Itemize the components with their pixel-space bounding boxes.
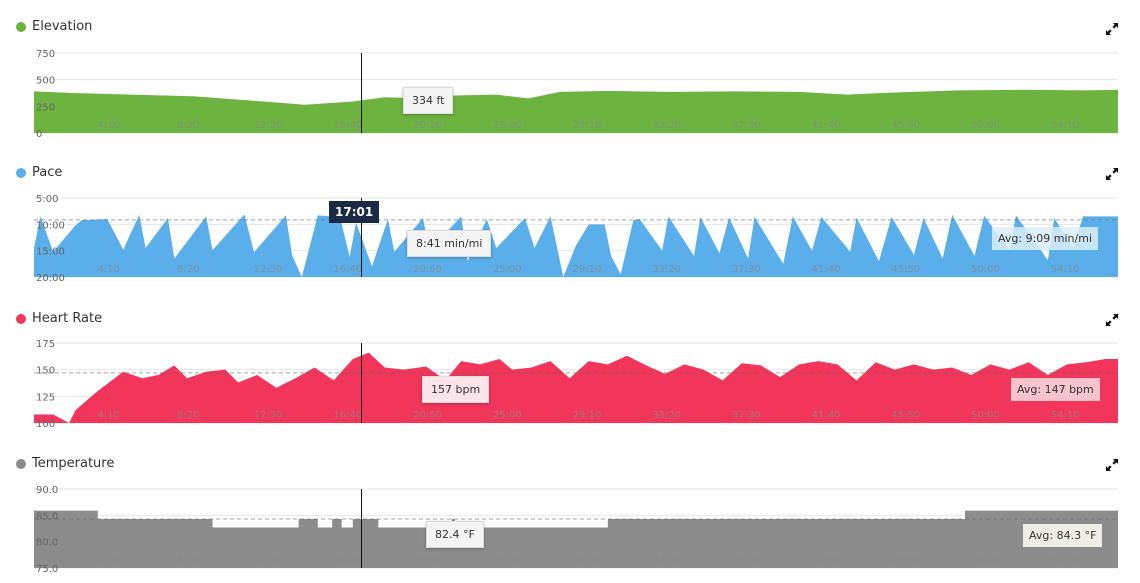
heart-rate-xtick-label: 25:00	[493, 410, 522, 421]
pace-xtick-label: 8:20	[177, 264, 199, 275]
elevation-xtick-label: 16:40	[333, 120, 362, 131]
pace-xtick-label: 29:10	[573, 264, 602, 275]
temperature-xtick-label: 29:10	[573, 555, 602, 566]
heart-rate-xtick-label: 12:30	[254, 410, 283, 421]
temperature-ytick-label: 80.0	[36, 538, 58, 549]
heart-rate-xtick-label: 45:50	[891, 410, 920, 421]
elevation-xtick-label: 25:00	[493, 120, 522, 131]
temperature-xtick-label: 8:20	[177, 555, 199, 566]
pace-xtick-label: 45:50	[891, 264, 920, 275]
pace-xtick-label: 50:00	[971, 264, 1000, 275]
temperature-xtick-label: 33:20	[652, 555, 681, 566]
pace-xtick-label: 20:50	[413, 264, 442, 275]
heart-rate-xtick-label: 37:30	[732, 410, 761, 421]
pace-average-label: Avg: 9:09 min/mi	[992, 227, 1098, 250]
elevation-xtick-label: 29:10	[573, 120, 602, 131]
temperature-xtick-label: 16:40	[333, 555, 362, 566]
temperature-xtick-label: 20:50	[413, 555, 442, 566]
heart-rate-xtick-label: 50:00	[971, 410, 1000, 421]
elevation-xtick-label: 50:00	[971, 120, 1000, 131]
heart-rate-xtick-label: 16:40	[333, 410, 362, 421]
temperature-xtick-label: 41:40	[812, 555, 841, 566]
elevation-ytick-label: 250	[36, 102, 55, 113]
pace-xtick-label: 41:40	[812, 264, 841, 275]
pace-xtick-label: 16:40	[333, 264, 362, 275]
heart-rate-xtick-label: 41:40	[812, 410, 841, 421]
elevation-tooltip: 334 ft	[403, 87, 454, 114]
pace-xtick-label: 37:30	[732, 264, 761, 275]
elevation-xtick-label: 4:10	[97, 120, 119, 131]
temperature-tooltip: 82.4 °F	[426, 521, 484, 548]
heart-rate-xtick-label: 20:50	[413, 410, 442, 421]
pace-xtick-label: 25:00	[493, 264, 522, 275]
heart-rate-ytick-label: 175	[36, 339, 55, 350]
pace-tooltip: 8:41 min/mi	[407, 230, 492, 257]
pace-xtick-label: 54:10	[1051, 264, 1080, 275]
heart-rate-ytick-label: 125	[36, 392, 55, 403]
heart-rate-ytick-label: 100	[36, 419, 55, 430]
heart-rate-xtick-label: 33:20	[652, 410, 681, 421]
activity-charts[interactable]: 750 500 250 0 4:10 8:20 12:30 16:40 20:50 25:00 29…	[0, 0, 1140, 583]
elevation-ytick-label: 500	[36, 76, 55, 87]
heart-rate-ytick-label: 150	[36, 366, 55, 377]
elevation-xtick-label: 20:50	[413, 120, 442, 131]
elevation-xtick-label: 37:30	[732, 120, 761, 131]
temperature-average-label: Avg: 84.3 °F	[1023, 524, 1103, 547]
pace-ytick-label: 5:00	[36, 194, 58, 205]
temperature-xtick-label: 4:10	[97, 555, 119, 566]
heart-rate-xtick-label: 8:20	[177, 410, 199, 421]
elevation-xtick-label: 41:40	[812, 120, 841, 131]
heart-rate-xtick-label: 54:10	[1051, 410, 1080, 421]
pace-ytick-label: 15:00	[36, 247, 65, 258]
elevation-ytick-label: 750	[36, 49, 55, 60]
heart-rate-xtick-label: 29:10	[573, 410, 602, 421]
temperature-ytick-label: 90.0	[36, 485, 58, 496]
pace-xtick-label: 12:30	[254, 264, 283, 275]
heart-rate-average-label: Avg: 147 bpm	[1011, 378, 1100, 401]
elevation-xtick-label: 33:20	[652, 120, 681, 131]
heart-rate-xtick-label: 4:10	[97, 410, 119, 421]
elevation-ytick-label: 0	[36, 129, 42, 140]
pace-ytick-label: 10:00	[36, 220, 65, 231]
temperature-xtick-label: 25:00	[493, 555, 522, 566]
temperature-ytick-label: 75.0	[36, 564, 58, 575]
temperature-xtick-label: 50:00	[971, 555, 1000, 566]
pace-ytick-label: 20:00	[36, 273, 65, 284]
temperature-ytick-label: 85.0	[36, 511, 58, 522]
pace-xtick-label: 33:20	[652, 264, 681, 275]
heart-rate-tooltip: 157 bpm	[422, 376, 490, 403]
pace-xtick-label: 4:10	[97, 264, 119, 275]
temperature-xtick-label: 45:50	[891, 555, 920, 566]
elevation-xtick-label: 45:50	[891, 120, 920, 131]
temperature-xtick-label: 12:30	[254, 555, 283, 566]
elevation-xtick-label: 8:20	[177, 120, 199, 131]
temperature-xtick-label: 37:30	[732, 555, 761, 566]
cursor-time-label: 17:01	[329, 201, 380, 223]
elevation-xtick-label: 54:10	[1051, 120, 1080, 131]
temperature-xtick-label: 54:10	[1051, 555, 1080, 566]
elevation-xtick-label: 12:30	[254, 120, 283, 131]
